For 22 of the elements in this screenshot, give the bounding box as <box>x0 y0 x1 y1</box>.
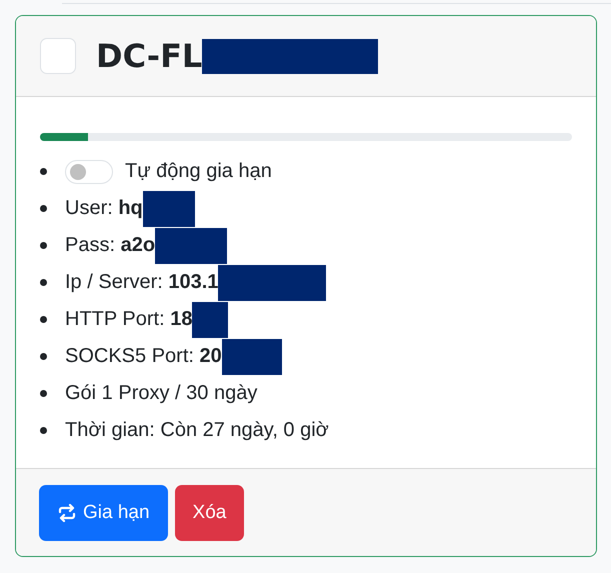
delete-button[interactable]: Xóa <box>174 484 244 540</box>
renew-button[interactable]: Gia hạn <box>39 484 168 540</box>
detail-text: Ip / Server: 103.1 <box>65 271 218 294</box>
card-title: DC-FL <box>96 37 202 75</box>
bullet-icon <box>40 168 47 175</box>
bullet-icon <box>40 353 47 360</box>
bullet-icon <box>40 279 47 286</box>
detail-text: SOCKS5 Port: 20 <box>65 345 222 368</box>
detail-text: HTTP Port: 18 <box>65 308 192 331</box>
bullet-icon <box>40 316 47 323</box>
bullet-icon <box>40 427 47 434</box>
toggle-switch[interactable] <box>65 160 113 184</box>
checkbox[interactable] <box>40 38 76 74</box>
detail-text: Pass: a2o <box>65 234 156 257</box>
refresh-icon <box>57 502 77 522</box>
bullet-icon <box>40 390 47 397</box>
bullet-icon <box>40 242 47 249</box>
bullet-icon <box>40 205 47 212</box>
detail-text: Thời gian: Còn 27 ngày, 0 giờ <box>65 419 329 442</box>
switch-label: Tự động gia hạn <box>125 160 272 183</box>
detail-text: User: hq <box>65 197 143 220</box>
detail-text: Gói 1 Proxy / 30 ngày <box>65 382 258 405</box>
